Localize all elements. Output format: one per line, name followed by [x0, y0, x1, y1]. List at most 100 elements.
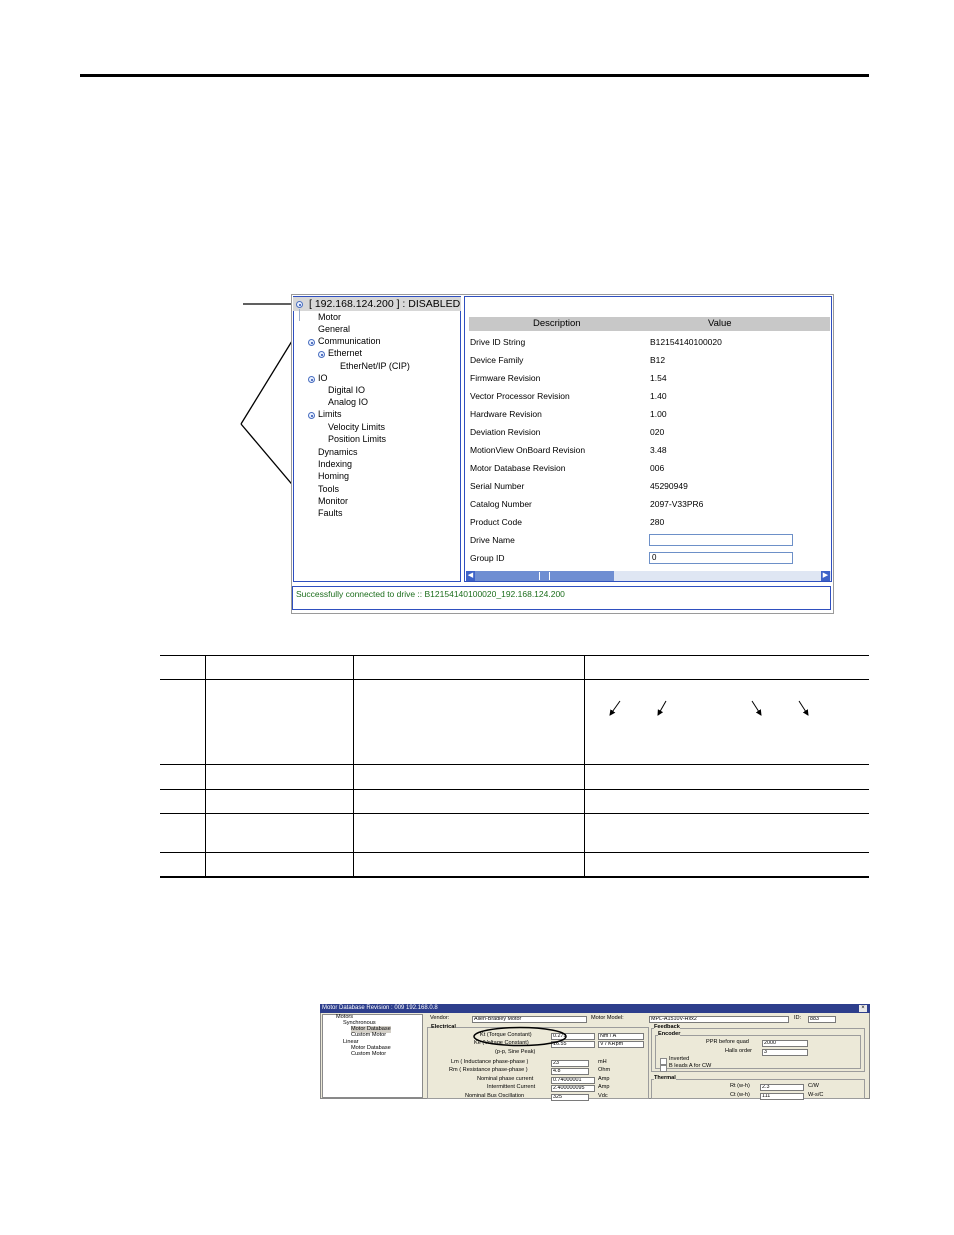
ct-unit: W-s/C — [808, 1092, 824, 1098]
field-input[interactable]: 23 — [551, 1060, 589, 1067]
inverted-label: Inverted — [669, 1056, 690, 1062]
unit-label: Amp — [598, 1084, 610, 1090]
tree-item-motor[interactable]: Motor — [318, 312, 341, 323]
table-bottom-rule — [160, 876, 869, 878]
b-leads-checkbox[interactable] — [660, 1065, 667, 1072]
table-row-rule — [160, 789, 869, 790]
tree-item-tools[interactable]: Tools — [318, 484, 339, 495]
tree-connector — [299, 309, 300, 321]
table-top-rule — [160, 655, 869, 656]
tree-item-faults[interactable]: Faults — [318, 508, 343, 519]
tree-item-custom-motor[interactable]: Custom Motor — [351, 1051, 386, 1058]
column-header-description[interactable]: Description — [533, 318, 581, 329]
row-value: 006 — [650, 463, 665, 473]
tree-item-custom-motor[interactable]: Custom Motor — [351, 1032, 386, 1039]
tree-item-velocity-limits[interactable]: Velocity Limits — [328, 422, 385, 433]
tree-item-homing[interactable]: Homing — [318, 471, 349, 482]
column-header-value[interactable]: Value — [708, 318, 732, 329]
field-label: Rm ( Resistance phase-phase ) — [449, 1067, 528, 1073]
thermal-group — [651, 1079, 865, 1099]
tree-item-general[interactable]: General — [318, 324, 350, 335]
row-description: Motor Database Revision — [470, 463, 566, 473]
group-id-label: Group ID — [470, 553, 505, 563]
close-button[interactable]: × — [859, 1005, 867, 1012]
expand-icon[interactable] — [318, 351, 325, 358]
encoder-group-title: Encoder — [658, 1031, 681, 1038]
ct-input[interactable]: 111 — [760, 1093, 804, 1100]
row-description: Deviation Revision — [470, 427, 541, 437]
motor-model-label: Motor Model: — [591, 1015, 624, 1021]
electrical-group-title: Electrical — [431, 1024, 456, 1031]
field-input[interactable]: 2.400000095 — [551, 1085, 595, 1092]
inverted-checkbox[interactable] — [660, 1058, 667, 1065]
tree-item-analog-io[interactable]: Analog IO — [328, 397, 368, 408]
drive-address: [ 192.168.124.200 ] : DISABLED — [309, 298, 461, 310]
feedback-group-title: Feedback — [654, 1024, 680, 1031]
thermal-group-title: Thermal — [654, 1075, 676, 1082]
expand-icon[interactable] — [308, 376, 315, 383]
tree-item-io[interactable]: IO — [318, 373, 328, 384]
tree-item-position-limits[interactable]: Position Limits — [328, 434, 386, 445]
tree-item-ethernetip[interactable]: EtherNet/IP (CIP) — [340, 361, 410, 372]
rt-input[interactable]: 2.3 — [760, 1084, 804, 1091]
field-input[interactable]: 0.74000001 — [551, 1077, 595, 1084]
table-column-rule — [584, 655, 585, 878]
ppr-input[interactable]: 2000 — [762, 1040, 808, 1047]
ppr-label: PPR before quad — [706, 1039, 749, 1045]
row-description: Serial Number — [470, 481, 525, 491]
tree-item-limits[interactable]: Limits — [318, 409, 342, 420]
scroll-left-icon[interactable]: ◀ — [466, 571, 475, 581]
group-id-input[interactable]: 0 — [649, 552, 793, 564]
row-value: 3.48 — [650, 445, 667, 455]
row-value: 2097-V33PR6 — [650, 499, 704, 509]
expand-icon[interactable] — [308, 339, 315, 346]
table-column-rule — [205, 655, 206, 878]
motor-model-select[interactable]: MPL-A1510V-Hxx2 — [649, 1016, 789, 1023]
row-description: Device Family — [470, 355, 524, 365]
row-description: Product Code — [470, 517, 522, 527]
halls-input[interactable]: 3 — [762, 1049, 808, 1056]
b-leads-label: B leads A for CW — [669, 1063, 712, 1069]
scroll-right-icon[interactable]: ▶ — [821, 571, 830, 581]
rt-label: Rt (w-h) — [730, 1083, 750, 1089]
table-column-rule — [353, 655, 354, 878]
row-description: MotionView OnBoard Revision — [470, 445, 586, 455]
field-label: (p-p, Sine Peak) — [495, 1049, 536, 1055]
row-value: 280 — [650, 517, 665, 527]
field-label: Intermittent Current — [487, 1084, 536, 1090]
tree-item-digital-io[interactable]: Digital IO — [328, 385, 365, 396]
expand-icon[interactable] — [308, 412, 315, 419]
row-value: 1.40 — [650, 391, 667, 401]
tree-item-dynamics[interactable]: Dynamics — [318, 447, 358, 458]
row-value: B12 — [650, 355, 666, 365]
unit-select[interactable]: Nm / A — [598, 1033, 644, 1040]
field-input[interactable]: 4.8 — [551, 1068, 589, 1075]
ct-label: Ct (w-h) — [730, 1092, 750, 1098]
table-row-rule — [160, 852, 869, 853]
tree-item-communication[interactable]: Communication — [318, 336, 381, 347]
row-value: 1.00 — [650, 409, 667, 419]
unit-select[interactable]: V / KRpm — [598, 1041, 644, 1048]
tree-item-monitor[interactable]: Monitor — [318, 496, 348, 507]
field-input[interactable]: 325 — [551, 1094, 589, 1101]
expand-icon[interactable] — [296, 301, 303, 308]
tree-item-ethernet[interactable]: Ethernet — [328, 348, 362, 359]
id-field[interactable]: 883 — [808, 1016, 836, 1023]
grip-icon — [539, 572, 550, 580]
row-value: 1.54 — [650, 373, 667, 383]
unit-label: mH — [598, 1059, 607, 1065]
grid-header — [469, 317, 830, 331]
status-message: Successfully connected to drive :: B1215… — [296, 589, 565, 599]
highlight-circle — [473, 1026, 567, 1047]
unit-label: Amp — [598, 1076, 610, 1082]
drive-name-input[interactable] — [649, 534, 793, 546]
arrow-icons — [609, 700, 809, 716]
tree-item-indexing[interactable]: Indexing — [318, 459, 352, 470]
id-label: ID: — [794, 1015, 802, 1021]
row-value: 45290949 — [650, 481, 688, 491]
row-value: B12154140100020 — [650, 337, 722, 347]
field-label: Lm ( Inductance phase-phase ) — [451, 1059, 529, 1065]
vendor-select[interactable]: Allen-Bradley Motor — [472, 1016, 587, 1023]
row-description: Hardware Revision — [470, 409, 542, 419]
table-row-rule — [160, 764, 869, 765]
